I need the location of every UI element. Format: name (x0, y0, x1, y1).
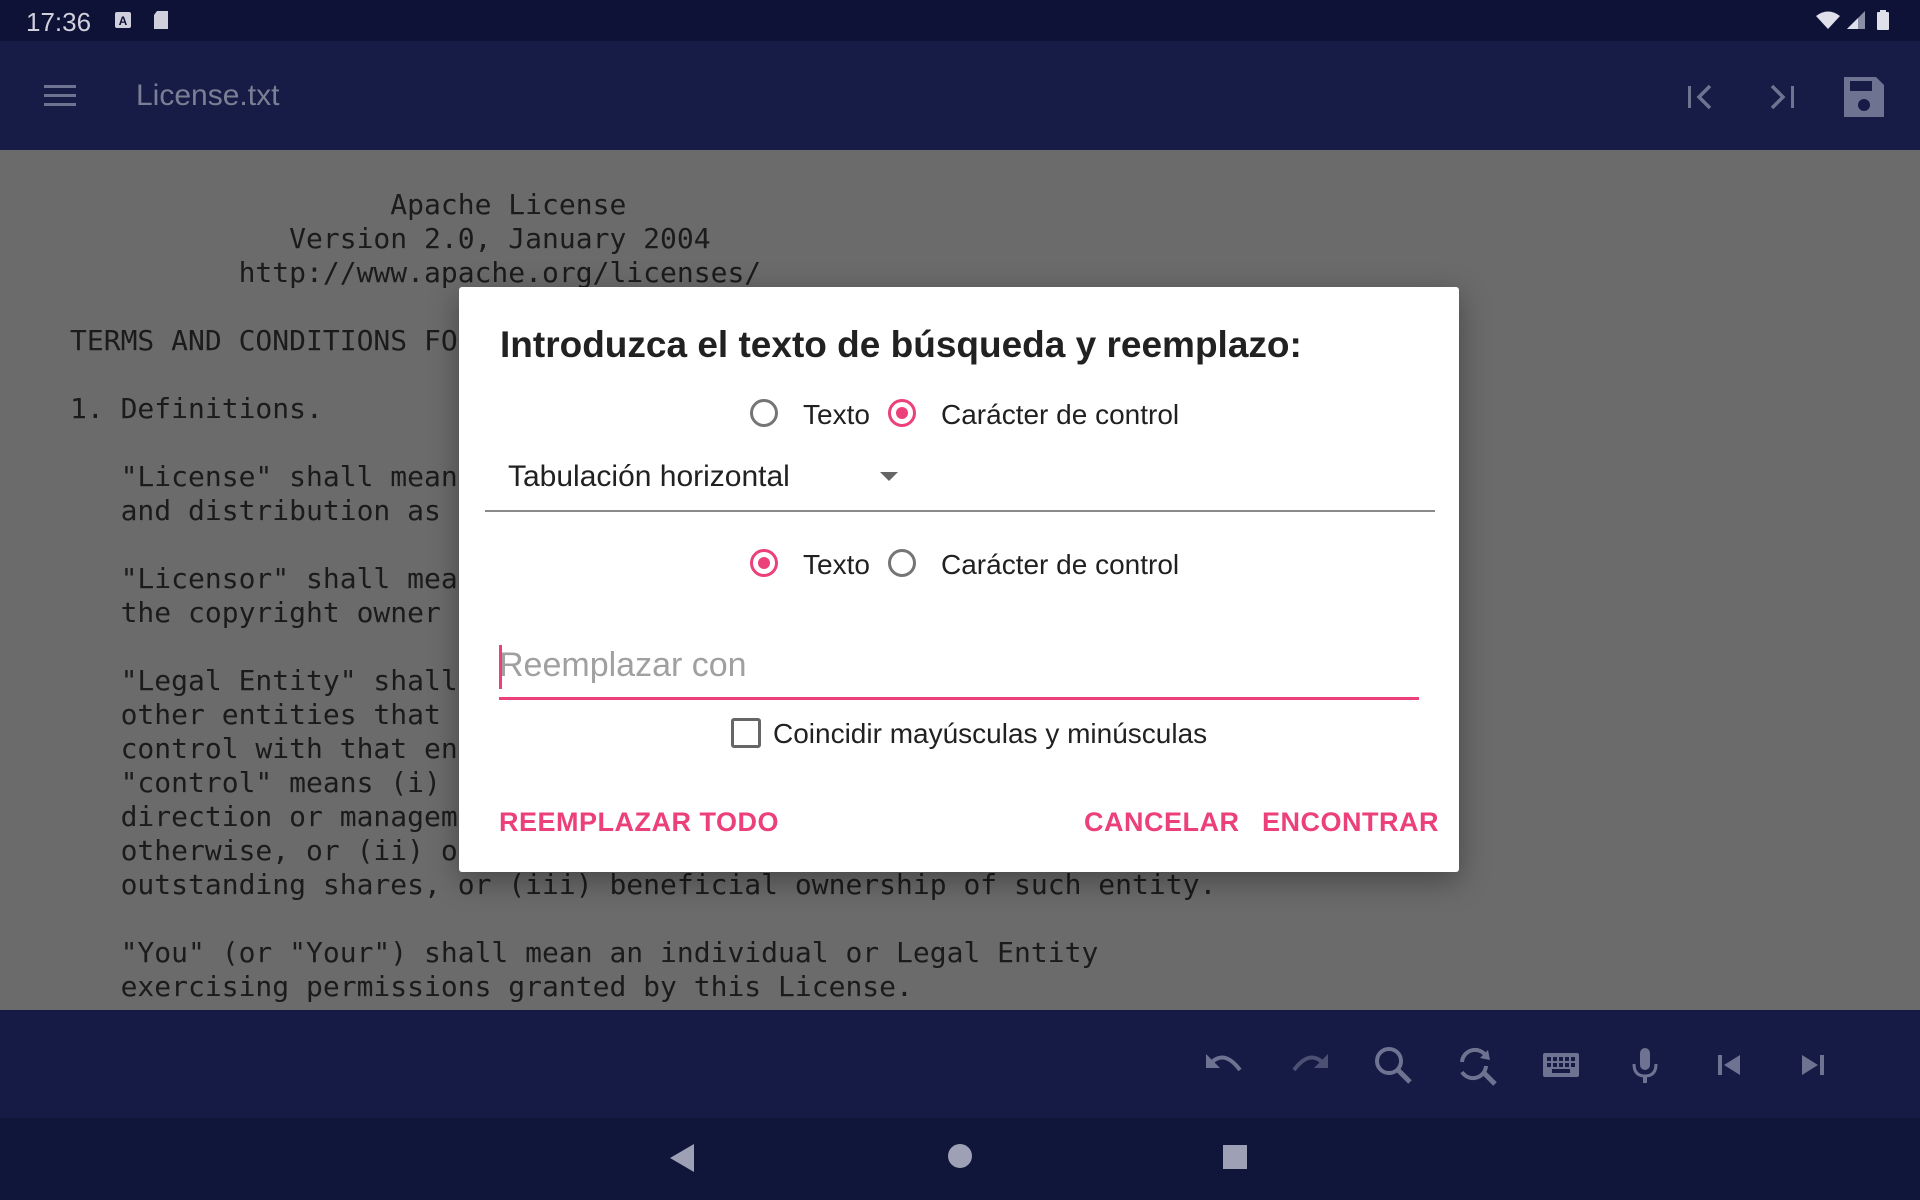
search-mode-text-radio[interactable] (750, 399, 778, 427)
skip-previous-icon[interactable] (1704, 1040, 1754, 1090)
save-icon[interactable] (1836, 69, 1892, 125)
search-replace-dialog: Introduzca el texto de búsqueda y reempl… (459, 287, 1459, 872)
search-mode-text-label[interactable]: Texto (803, 399, 870, 431)
undo-icon[interactable] (1200, 1040, 1250, 1090)
replace-mode-text-radio[interactable] (750, 549, 778, 577)
last-page-icon[interactable] (1754, 69, 1810, 125)
svg-text:A: A (119, 14, 128, 28)
match-case-label[interactable]: Coincidir mayúsculas y minúsculas (773, 718, 1207, 750)
battery-icon (1877, 10, 1889, 30)
mic-icon[interactable] (1620, 1040, 1670, 1090)
chevron-down-icon (880, 472, 898, 481)
back-icon[interactable] (666, 1140, 698, 1176)
dialog-title: Introduzca el texto de búsqueda y reempl… (500, 324, 1302, 365)
redo-icon[interactable] (1284, 1040, 1334, 1090)
wifi-icon (1816, 11, 1840, 29)
search-mode-control-radio[interactable] (888, 399, 916, 427)
match-case-checkbox[interactable] (731, 718, 761, 748)
keyboard-icon[interactable] (1536, 1040, 1586, 1090)
bottom-toolbar (0, 1010, 1920, 1118)
control-char-select[interactable]: Tabulación horizontal (485, 442, 1435, 512)
status-time: 17:36 (26, 7, 92, 37)
replace-mode-control-label[interactable]: Carácter de control (941, 549, 1179, 581)
recents-icon[interactable] (1222, 1144, 1248, 1170)
cancel-button[interactable]: CANCELAR (1084, 807, 1240, 838)
menu-icon[interactable] (42, 81, 78, 111)
replace-mode-group: Texto Carácter de control (459, 545, 1459, 585)
search-icon[interactable] (1368, 1040, 1418, 1090)
sd-card-icon (154, 11, 168, 29)
replace-all-button[interactable]: REEMPLAZAR TODO (499, 807, 779, 838)
status-bar: 17:36 A (0, 0, 1920, 41)
match-case-row: Coincidir mayúsculas y minúsculas (459, 714, 1459, 754)
first-page-icon[interactable] (1672, 69, 1728, 125)
file-title: License.txt (136, 79, 280, 112)
find-replace-icon[interactable] (1452, 1040, 1502, 1090)
control-char-select-value: Tabulación horizontal (508, 460, 790, 493)
replace-mode-control-radio[interactable] (888, 549, 916, 577)
search-mode-group: Texto Carácter de control (459, 395, 1459, 435)
replace-field (499, 637, 1419, 700)
search-mode-control-label[interactable]: Carácter de control (941, 399, 1179, 431)
skip-next-icon[interactable] (1788, 1040, 1838, 1090)
find-button[interactable]: ENCONTRAR (1262, 807, 1439, 838)
home-icon[interactable] (946, 1142, 974, 1170)
replace-input[interactable] (499, 637, 1419, 693)
replace-mode-text-label[interactable]: Texto (803, 549, 870, 581)
text-caret (499, 645, 502, 689)
signal-icon (1847, 11, 1865, 29)
nav-bar (0, 1118, 1920, 1200)
a-notification-icon: A (115, 12, 131, 28)
app-bar: License.txt (0, 41, 1920, 150)
